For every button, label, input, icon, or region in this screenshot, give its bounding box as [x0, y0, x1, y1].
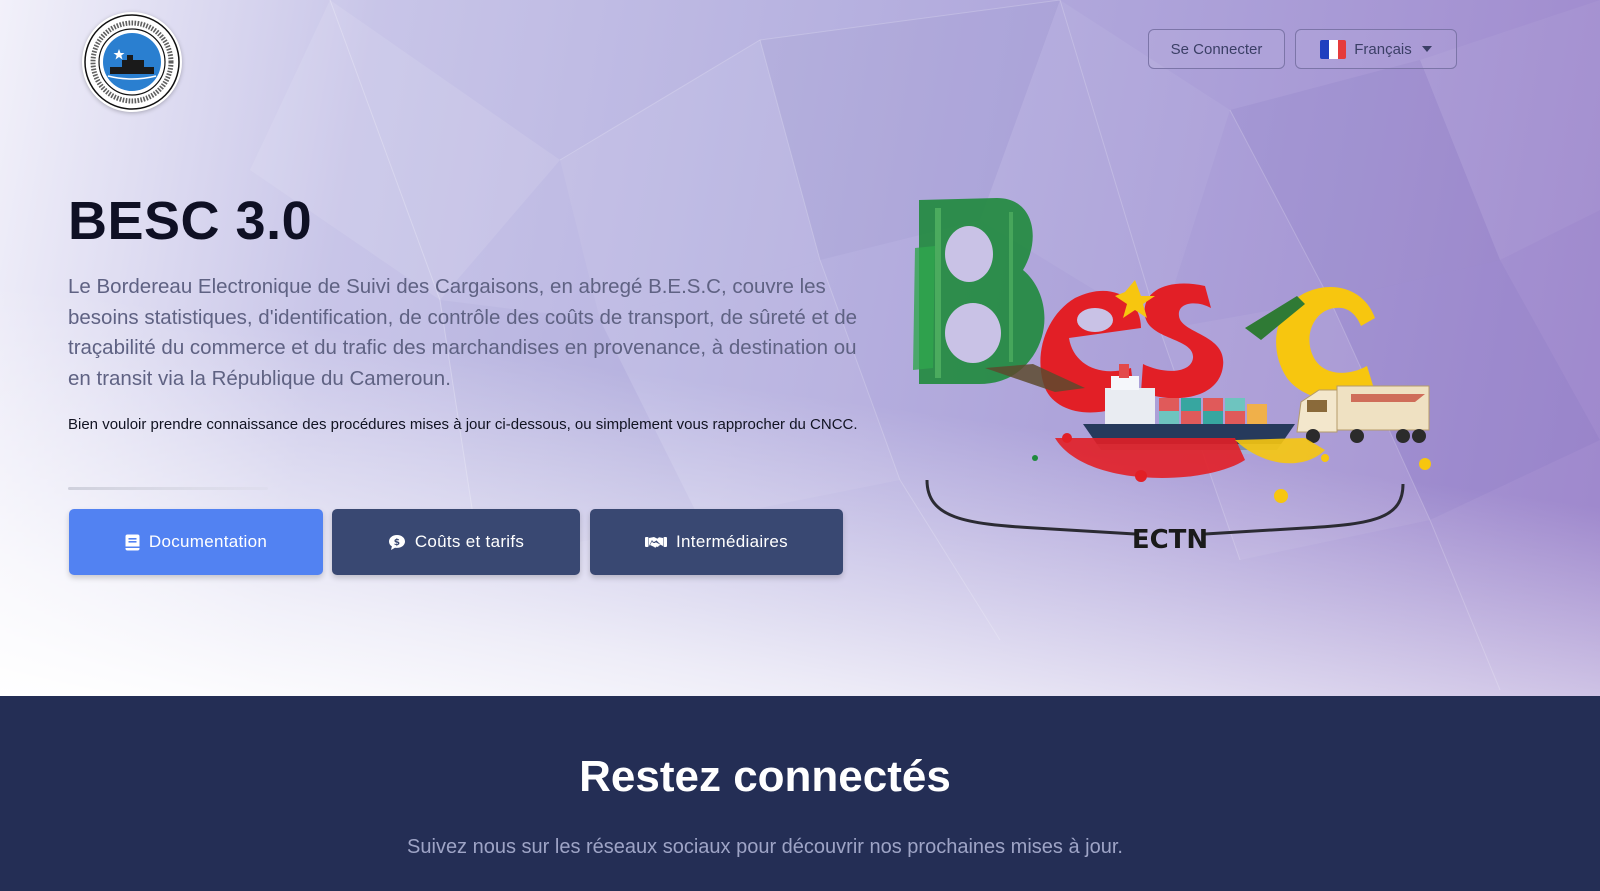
hero-description: Le Bordereau Electronique de Suivi des C… [68, 275, 858, 390]
costs-tariffs-label: Coûts et tarifs [414, 532, 525, 551]
svg-text:$: $ [394, 538, 401, 548]
documentation-button[interactable]: Documentation [69, 509, 323, 575]
login-button[interactable]: Se Connecter [1148, 29, 1285, 69]
comment-dollar-icon: $ [388, 534, 405, 550]
cncc-logo[interactable] [82, 12, 182, 112]
language-label: Français [1354, 40, 1412, 58]
intermediaries-button[interactable]: Intermédiaires [590, 509, 843, 575]
social-subtitle: Suivez nous sur les réseaux sociaux pour… [407, 836, 1123, 858]
ectn-label: ECTN [1132, 525, 1208, 555]
caret-down-icon [1421, 46, 1432, 52]
social-title: Restez connectés [579, 752, 951, 801]
besc-illustration: ECTN [913, 198, 1431, 555]
handshake-icon [645, 536, 668, 548]
language-selector[interactable]: Français [1295, 29, 1457, 69]
book-icon [125, 534, 140, 550]
intermediaries-label: Intermédiaires [676, 532, 788, 551]
france-flag-icon [1320, 39, 1347, 59]
page-title: BESC 3.0 [68, 191, 313, 251]
costs-tariffs-button[interactable]: $ Coûts et tarifs [332, 509, 580, 575]
divider [68, 487, 268, 490]
hero-note: Bien vouloir prendre connaissance des pr… [68, 416, 858, 433]
documentation-label: Documentation [148, 532, 268, 551]
